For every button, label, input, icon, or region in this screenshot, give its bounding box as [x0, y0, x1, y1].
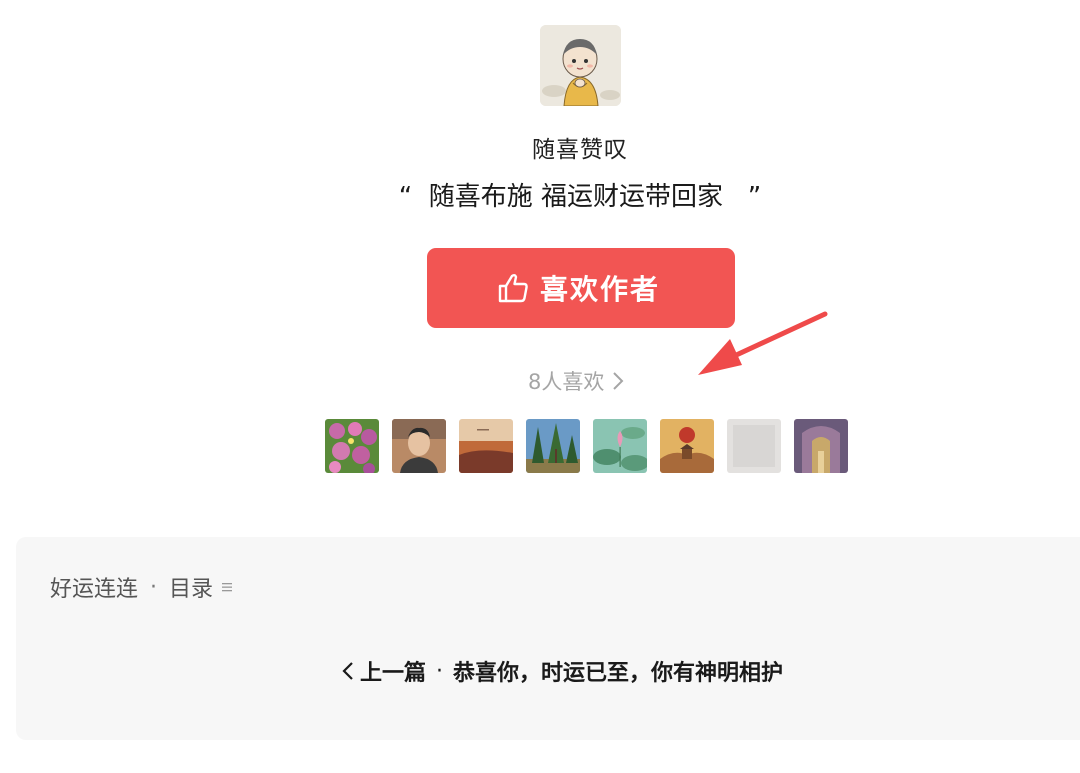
- red-sun-temple-avatar: [660, 419, 714, 473]
- trees-sky-avatar: [526, 419, 580, 473]
- liker-avatar-man[interactable]: [392, 419, 446, 473]
- like-button-label: 喜欢作者: [539, 273, 660, 306]
- liker-avatar-trees[interactable]: [526, 419, 580, 473]
- quote-open-mark: “: [398, 182, 413, 212]
- toc-label: 目录: [169, 577, 214, 602]
- blank-gray-avatar: [727, 419, 781, 473]
- liker-avatars: [325, 419, 848, 473]
- thumbs-up-icon: [496, 271, 530, 305]
- like-author-button[interactable]: 喜欢作者: [427, 248, 735, 328]
- quote-close-mark: ”: [747, 182, 762, 212]
- likes-count-label: 8人喜欢: [528, 370, 605, 394]
- liker-avatar-sunset[interactable]: [459, 419, 513, 473]
- corridor-avatar: [794, 419, 848, 473]
- prev-article-link[interactable]: 上一篇 · 恭喜你，时运已至，你有神明相护: [340, 655, 783, 687]
- collection-title: 好运连连: [50, 577, 139, 602]
- list-icon: [221, 580, 233, 594]
- separator-dot: ·: [150, 574, 158, 600]
- liker-avatar-blank[interactable]: [727, 419, 781, 473]
- author-name: 随喜赞叹: [532, 137, 628, 163]
- chevron-left-icon: [340, 660, 356, 682]
- sunset-landscape-avatar: [459, 419, 513, 473]
- article-footer-card: 好运连连 · 目录 上一篇 · 恭喜你，时运已至，你有神明相护: [16, 537, 1080, 740]
- separator-dot: ·: [436, 658, 444, 684]
- lotus-avatar: [593, 419, 647, 473]
- liker-avatar-sun-temple[interactable]: [660, 419, 714, 473]
- liker-avatar-lotus[interactable]: [593, 419, 647, 473]
- prev-article-title: 恭喜你，时运已至，你有神明相护: [453, 661, 784, 686]
- chevron-right-icon: [612, 371, 624, 391]
- annotation-arrow-icon: [698, 311, 828, 375]
- collection-toc-link[interactable]: 好运连连 · 目录: [50, 571, 233, 603]
- reward-quote-text: 随喜布施 福运财运带回家: [428, 182, 723, 212]
- liker-avatar-flowers[interactable]: [325, 419, 379, 473]
- reward-page: 随喜赞叹 “ 随喜布施 福运财运带回家 ” 喜欢作者 8人喜欢 好运连连 · 目…: [0, 0, 1080, 773]
- monk-cartoon-avatar: [540, 25, 621, 106]
- prev-label: 上一篇: [360, 661, 427, 686]
- liker-avatar-corridor[interactable]: [794, 419, 848, 473]
- flowers-avatar: [325, 419, 379, 473]
- likes-count-link[interactable]: 8人喜欢: [528, 366, 624, 396]
- man-selfie-avatar: [392, 419, 446, 473]
- author-avatar[interactable]: [540, 25, 621, 106]
- reward-quote: “ 随喜布施 福运财运带回家 ”: [0, 176, 1080, 213]
